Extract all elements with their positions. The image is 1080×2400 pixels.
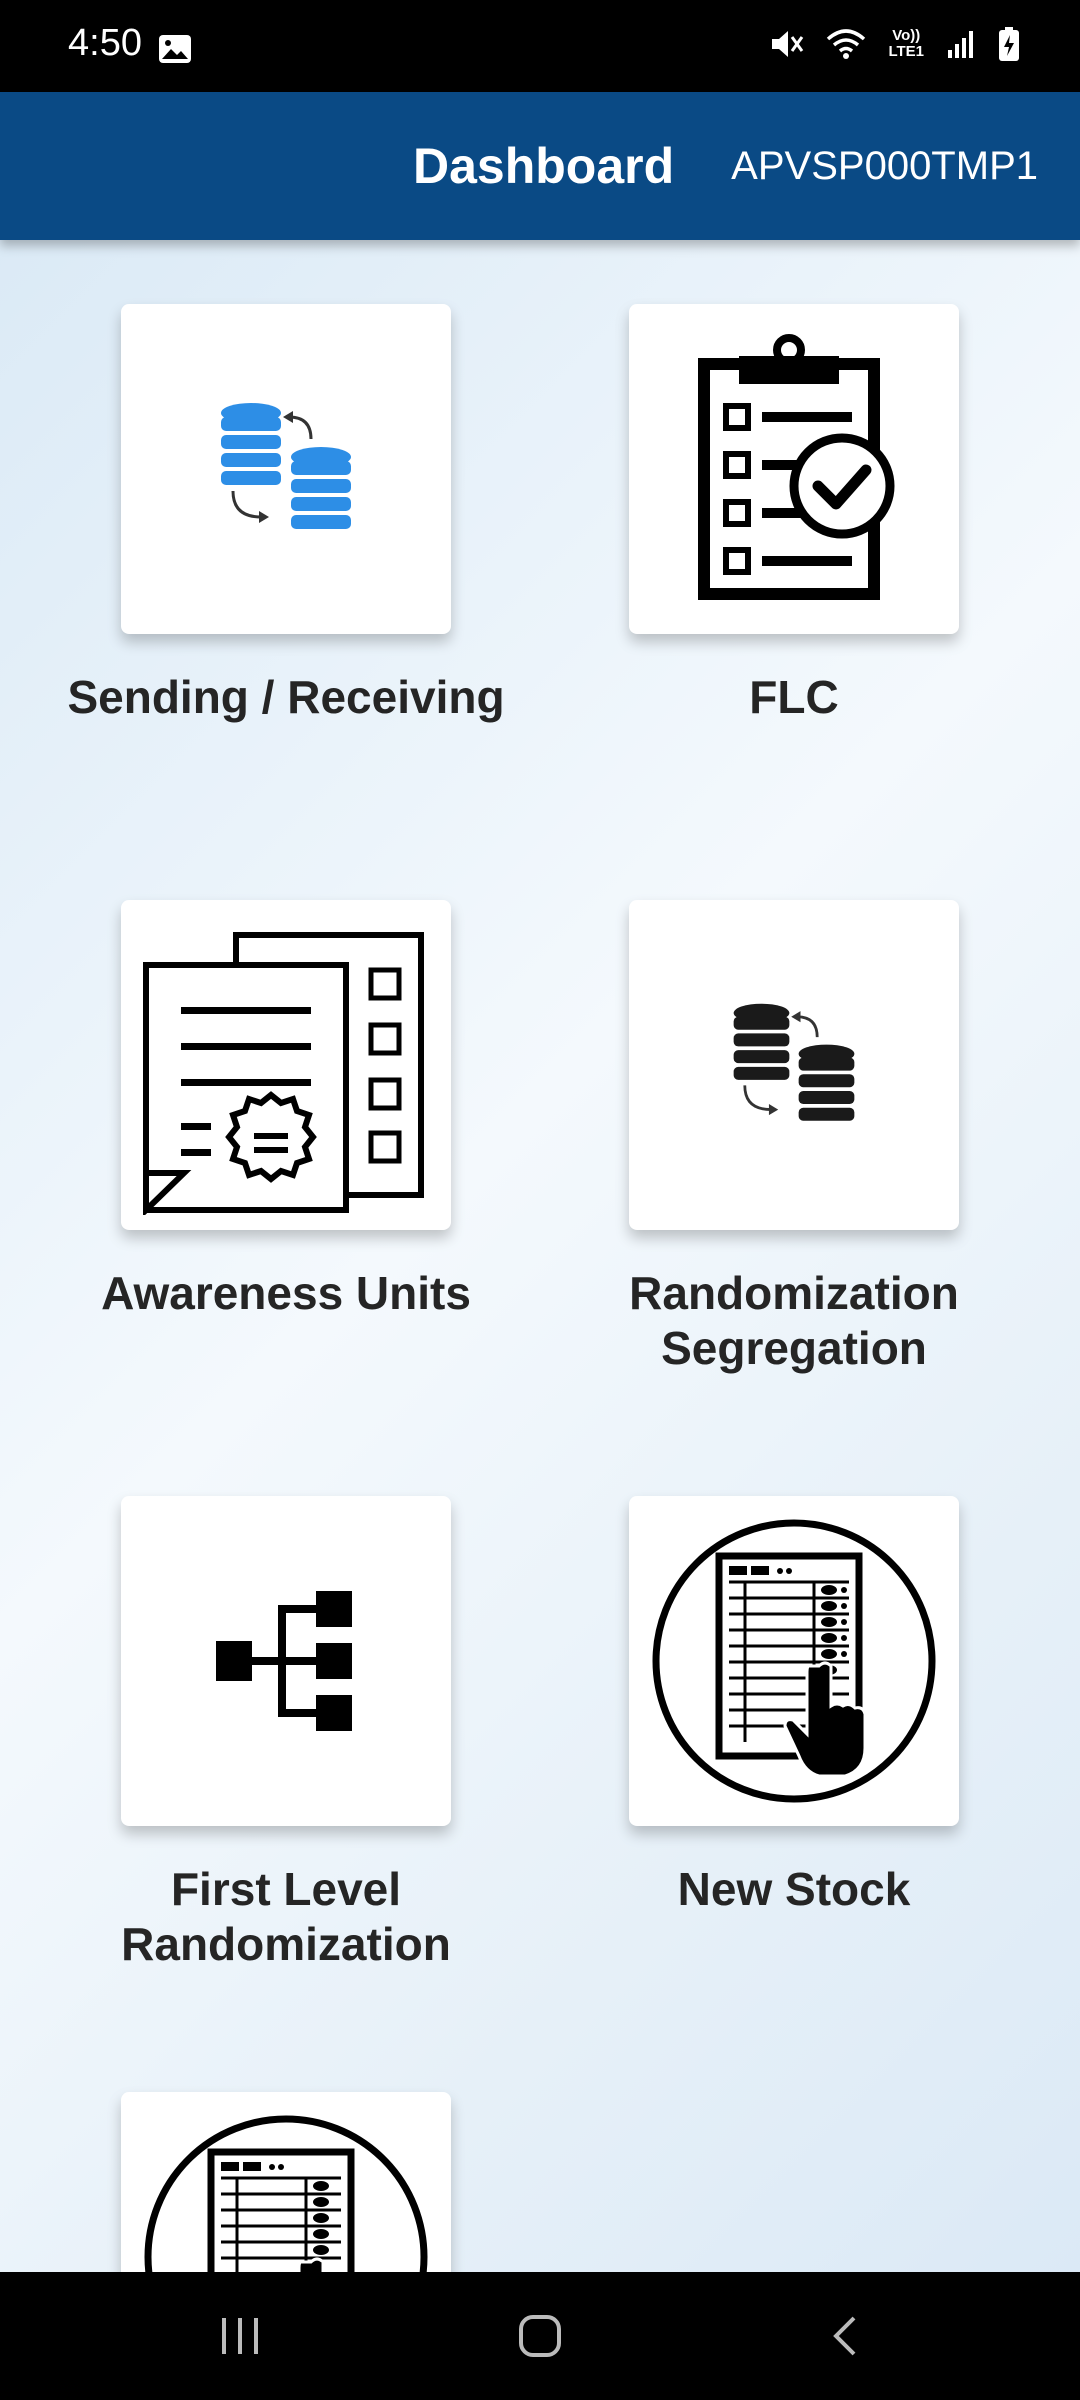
tile-label-randomization-segregation: Randomization Segregation	[629, 1267, 959, 1374]
signal-icon	[948, 31, 973, 58]
volte-bottom-text: LTE1	[888, 43, 924, 60]
tile-label-flc: FLC	[749, 671, 839, 723]
database-transfer-black-icon	[733, 1003, 855, 1121]
tile-first-level-randomization[interactable]	[121, 1496, 451, 1826]
back-button[interactable]	[806, 2306, 886, 2366]
wifi-icon	[827, 29, 866, 59]
battery-charging-icon	[999, 27, 1019, 61]
certificate-document-icon	[143, 932, 424, 1215]
tile-voting-machine[interactable]	[121, 2092, 451, 2272]
tile-flc[interactable]	[629, 304, 959, 634]
volte-icon: Vo)) LTE1	[888, 28, 924, 60]
tile-new-stock[interactable]	[629, 1496, 959, 1826]
mute-icon	[772, 31, 804, 57]
tile-label-awareness-units: Awareness Units	[101, 1267, 471, 1319]
recent-apps-icon	[222, 2318, 258, 2354]
volte-top-text: Vo))	[892, 27, 921, 44]
tile-label-sending-receiving: Sending / Receiving	[67, 671, 505, 723]
app-bar: Dashboard APVSP000TMP1	[0, 92, 1080, 240]
database-transfer-blue-icon	[221, 403, 351, 529]
back-icon	[833, 2316, 856, 2356]
status-time: 4:50	[68, 22, 142, 64]
tile-label-first-level-randomization: First Level Randomization	[121, 1863, 451, 1970]
tile-awareness-units[interactable]	[121, 900, 451, 1230]
home-icon	[519, 2315, 561, 2357]
image-icon	[159, 35, 191, 63]
voting-machine-icon	[652, 1519, 936, 1803]
clipboard-checklist-icon	[698, 334, 895, 600]
page-title: Dashboard	[413, 138, 675, 194]
recent-apps-button[interactable]	[200, 2306, 280, 2366]
hierarchy-tree-icon	[216, 1591, 352, 1731]
home-button[interactable]	[500, 2306, 580, 2366]
voting-machine-icon	[144, 2115, 428, 2272]
user-id-label: APVSP000TMP1	[731, 144, 1038, 188]
system-nav-bar	[0, 2272, 1080, 2400]
dashboard-grid: Sending / Receiving FLC Awareness Units …	[0, 240, 1080, 2272]
status-bar: 4:50 Vo)) LTE1	[0, 0, 1080, 92]
tile-randomization-segregation[interactable]	[629, 900, 959, 1230]
tile-sending-receiving[interactable]	[121, 304, 451, 634]
tile-label-new-stock: New Stock	[677, 1863, 911, 1915]
